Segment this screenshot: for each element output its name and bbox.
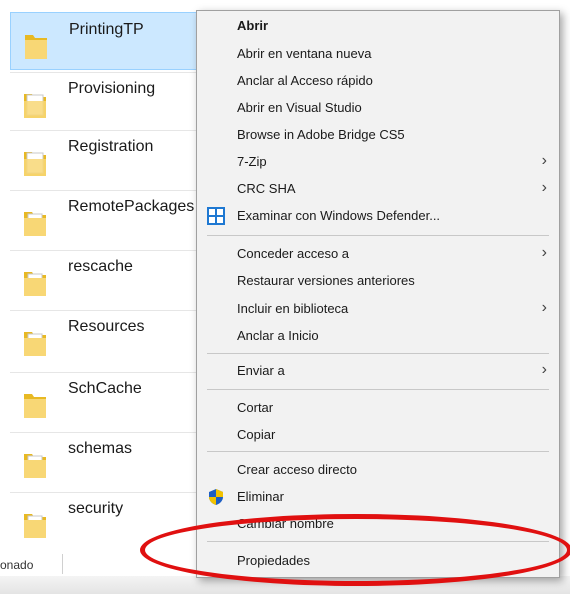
menu-item-crc-sha[interactable]: CRC SHA › bbox=[197, 176, 559, 202]
folder-item-rescache[interactable]: rescache bbox=[10, 250, 200, 308]
uac-shield-icon bbox=[209, 489, 223, 505]
folder-icon bbox=[24, 394, 46, 418]
folder-icon bbox=[24, 514, 46, 538]
menu-separator bbox=[207, 541, 549, 542]
menu-item-label: Restaurar versiones anteriores bbox=[237, 273, 415, 288]
menu-item-examinar-windows-defender[interactable]: Examinar con Windows Defender... bbox=[197, 203, 559, 229]
menu-item-cortar[interactable]: Cortar bbox=[197, 395, 559, 421]
menu-item-cambiar-nombre[interactable]: Cambiar nombre bbox=[197, 511, 559, 537]
menu-item-label: Abrir bbox=[237, 18, 269, 33]
chevron-right-icon: › bbox=[541, 152, 547, 169]
menu-item-anclar-inicio[interactable]: Anclar a Inicio bbox=[197, 323, 559, 349]
window-bottom-edge bbox=[0, 576, 570, 594]
folder-name: PrintingTP bbox=[69, 21, 144, 38]
context-menu: Abrir Abrir en ventana nueva Anclar al A… bbox=[196, 10, 560, 578]
folder-name: rescache bbox=[68, 258, 133, 275]
menu-separator bbox=[207, 353, 549, 354]
menu-item-label: Incluir en biblioteca bbox=[237, 301, 349, 316]
menu-item-propiedades[interactable]: Propiedades bbox=[197, 548, 559, 574]
folder-with-document-icon bbox=[24, 94, 46, 118]
menu-item-incluir-biblioteca[interactable]: Incluir en biblioteca › bbox=[197, 296, 559, 322]
menu-item-label: Browse in Adobe Bridge CS5 bbox=[237, 127, 405, 142]
folder-name: RemotePackages bbox=[68, 198, 195, 215]
menu-item-label: Copiar bbox=[237, 427, 276, 442]
folder-with-document-icon bbox=[24, 152, 46, 176]
menu-item-label: Cambiar nombre bbox=[237, 516, 334, 531]
menu-item-label: Enviar a bbox=[237, 363, 285, 378]
folder-icon bbox=[24, 454, 46, 478]
folder-item-registration[interactable]: Registration bbox=[10, 130, 200, 188]
folder-item-provisioning[interactable]: Provisioning bbox=[10, 72, 200, 130]
status-bar-text: onado bbox=[0, 558, 34, 572]
menu-item-label: Eliminar bbox=[237, 489, 284, 504]
folder-icon bbox=[25, 35, 47, 59]
menu-item-browse-adobe-bridge[interactable]: Browse in Adobe Bridge CS5 bbox=[197, 122, 559, 148]
folder-name: security bbox=[68, 500, 124, 517]
menu-separator bbox=[207, 451, 549, 452]
folder-item-schcache[interactable]: SchCache bbox=[10, 372, 200, 430]
menu-item-abrir-ventana-nueva[interactable]: Abrir en ventana nueva bbox=[197, 41, 559, 67]
folder-icon bbox=[24, 212, 46, 236]
menu-item-conceder-acceso[interactable]: Conceder acceso a › bbox=[197, 241, 559, 267]
menu-item-abrir-visual-studio[interactable]: Abrir en Visual Studio bbox=[197, 95, 559, 121]
menu-item-7zip[interactable]: 7-Zip › bbox=[197, 149, 559, 175]
folder-name: schemas bbox=[68, 440, 133, 457]
menu-item-label: Crear acceso directo bbox=[237, 462, 357, 477]
menu-item-label: Abrir en Visual Studio bbox=[237, 100, 362, 115]
menu-item-label: Examinar con Windows Defender... bbox=[237, 208, 441, 223]
menu-item-copiar[interactable]: Copiar bbox=[197, 422, 559, 448]
status-bar-divider bbox=[62, 554, 63, 574]
folder-icon bbox=[24, 272, 46, 296]
folder-icon bbox=[24, 332, 46, 356]
menu-item-anclar-acceso-rapido[interactable]: Anclar al Acceso rápido bbox=[197, 68, 559, 94]
menu-item-label: Propiedades bbox=[237, 553, 310, 568]
menu-separator bbox=[207, 235, 549, 236]
windows-defender-icon bbox=[207, 207, 225, 225]
menu-item-label: Anclar al Acceso rápido bbox=[237, 73, 373, 88]
menu-separator bbox=[207, 389, 549, 390]
folder-item-resources[interactable]: Resources bbox=[10, 310, 200, 368]
menu-item-eliminar[interactable]: Eliminar bbox=[197, 484, 559, 510]
menu-item-crear-acceso-directo[interactable]: Crear acceso directo bbox=[197, 457, 559, 483]
menu-item-restaurar-versiones[interactable]: Restaurar versiones anteriores bbox=[197, 268, 559, 294]
chevron-right-icon: › bbox=[541, 361, 547, 378]
folder-name: Provisioning bbox=[68, 80, 156, 97]
folder-item-printingtp[interactable]: PrintingTP bbox=[10, 12, 200, 70]
folder-name: Resources bbox=[68, 318, 145, 335]
folder-name: SchCache bbox=[68, 380, 142, 397]
chevron-right-icon: › bbox=[541, 244, 547, 261]
folder-item-schemas[interactable]: schemas bbox=[10, 432, 200, 490]
menu-item-abrir[interactable]: Abrir bbox=[197, 13, 559, 39]
menu-item-label: CRC SHA bbox=[237, 181, 296, 196]
folder-item-remotepackages[interactable]: RemotePackages bbox=[10, 190, 200, 248]
chevron-right-icon: › bbox=[541, 179, 547, 196]
menu-item-enviar-a[interactable]: Enviar a › bbox=[197, 358, 559, 384]
menu-item-label: 7-Zip bbox=[237, 154, 267, 169]
folder-item-security[interactable]: security bbox=[10, 492, 200, 550]
chevron-right-icon: › bbox=[541, 299, 547, 316]
menu-item-label: Abrir en ventana nueva bbox=[237, 46, 372, 61]
menu-item-label: Cortar bbox=[237, 400, 274, 415]
folder-name: Registration bbox=[68, 138, 154, 155]
menu-item-label: Anclar a Inicio bbox=[237, 328, 319, 343]
menu-item-label: Conceder acceso a bbox=[237, 246, 350, 261]
